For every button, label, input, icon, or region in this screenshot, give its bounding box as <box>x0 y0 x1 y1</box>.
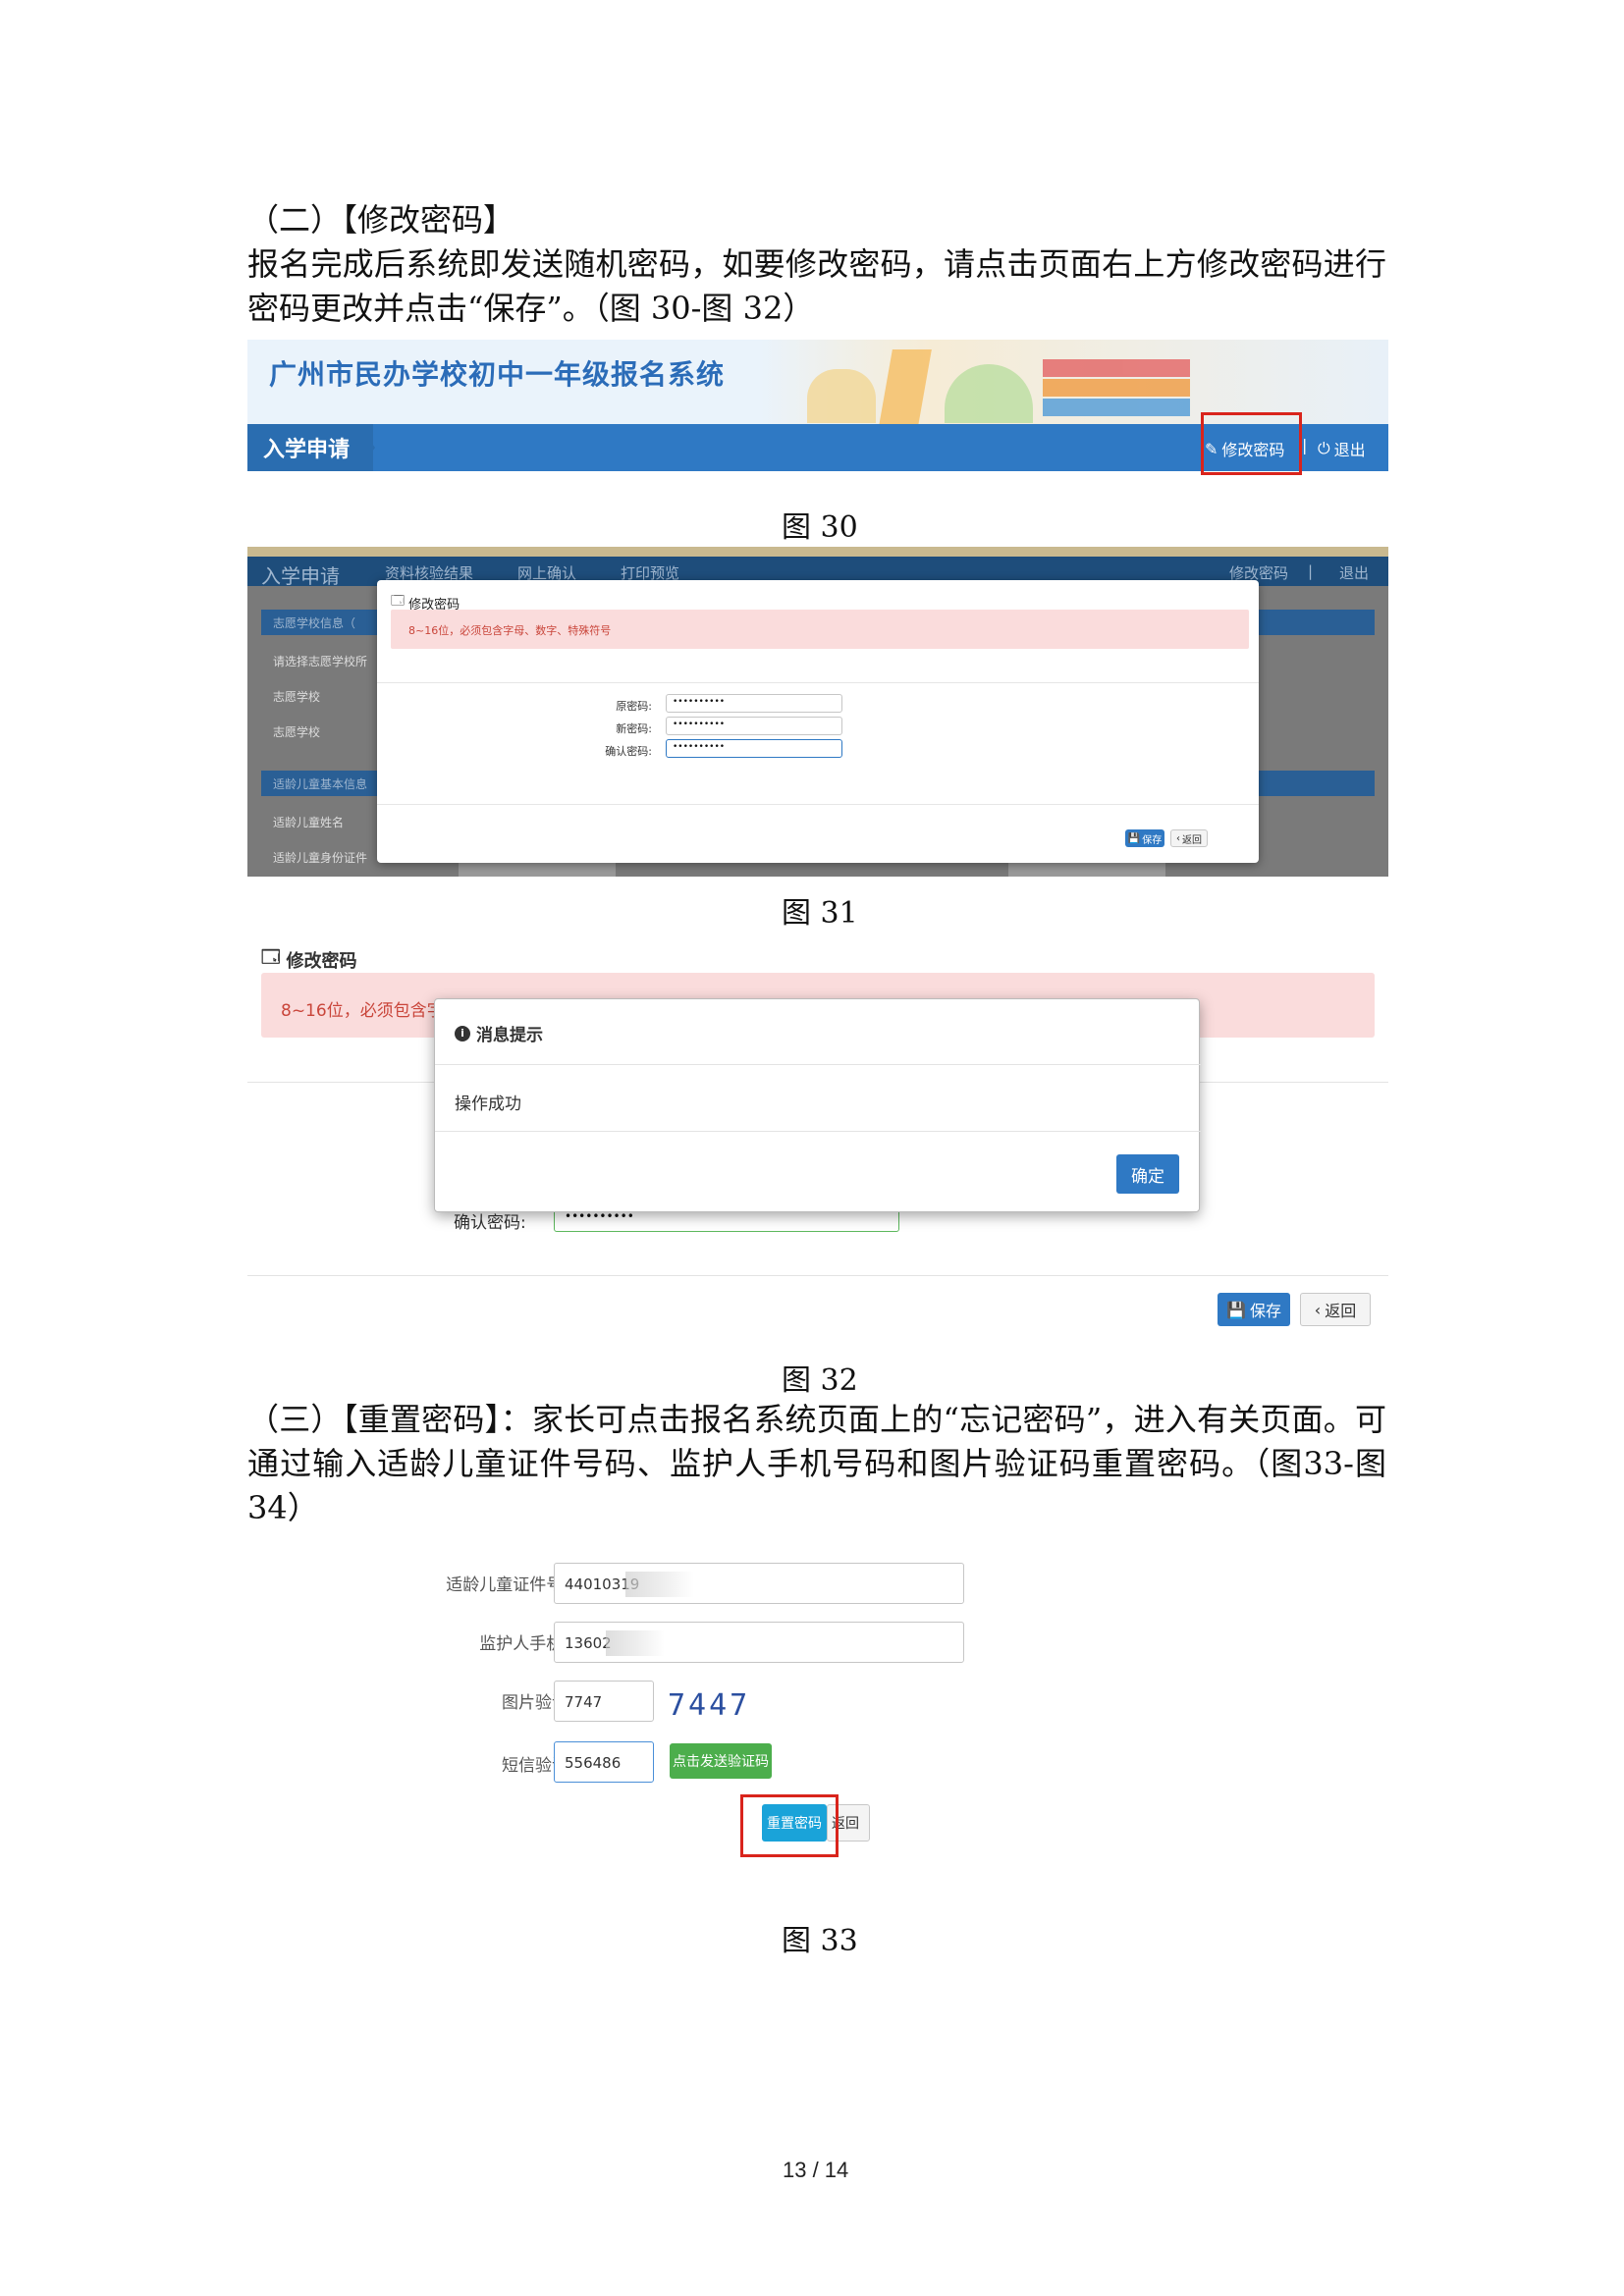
logout-label: 退出 <box>1333 441 1366 459</box>
bg-section-title: 志愿学校信息（ <box>273 616 356 630</box>
save-button[interactable]: 💾 保存 <box>1125 829 1164 847</box>
panel-title-text: 修改密码 <box>286 951 357 972</box>
hint-alert: 8~16位，必须包含字母、数字、特殊符号 <box>391 610 1249 649</box>
captcha-image[interactable]: 7447 <box>668 1688 750 1723</box>
floppy-icon: 💾 <box>1226 1300 1246 1319</box>
info-icon: i <box>455 1025 470 1041</box>
ok-button[interactable]: 确定 <box>1116 1154 1179 1194</box>
logout-link[interactable]: ⏻ 退出 <box>1318 437 1366 460</box>
caption-fig32: 图 32 <box>782 1363 858 1398</box>
highlight-change-password <box>1201 412 1302 475</box>
nav-separator: | <box>1302 436 1308 454</box>
back-button[interactable]: ‹ 返回 <box>1170 829 1208 847</box>
floppy-icon: 💾 <box>1127 832 1141 844</box>
highlight-reset-button <box>740 1794 839 1857</box>
app-title: 广州市民办学校初中一年级报名系统 <box>269 358 726 391</box>
old-password-input[interactable]: •••••••••• <box>666 694 842 713</box>
label-new-password: 新密码: <box>616 722 652 735</box>
bg-row-text: 志愿学校 <box>273 690 321 704</box>
bg-section-title: 适龄儿童基本信息 <box>273 777 368 791</box>
confirm-password-input[interactable]: •••••••••• <box>666 739 842 758</box>
bg-row-text: 志愿学校 <box>273 725 321 739</box>
dialog-title: i 消息提示 <box>455 1021 543 1045</box>
back-label: 返回 <box>1182 834 1202 846</box>
new-password-input[interactable]: •••••••••• <box>666 717 842 735</box>
bg-row-text: 适龄儿童身份证件 <box>273 851 368 865</box>
nav-item-enrollment[interactable]: 入学申请 <box>247 424 373 471</box>
section3-body: （三）【重置密码】：家长可点击报名系统页面上的“忘记密码”，进入有关页面。可通过… <box>247 1401 1386 1526</box>
id-number-input[interactable]: 44010319 <box>554 1563 964 1604</box>
nav-item-label: 入学申请 <box>263 438 351 462</box>
label-confirm-password: 确认密码: <box>605 745 652 758</box>
page-number: 13 / 14 <box>783 2158 849 2182</box>
panel-title: 🗔 修改密码 <box>261 945 357 975</box>
dialog-title-text: 消息提示 <box>476 1026 543 1045</box>
hint-text: 8~16位，必须包含字母、数字、特殊符号 <box>408 624 612 637</box>
phone-value: 13602 <box>565 1634 612 1652</box>
phone-input[interactable]: 13602 <box>554 1622 964 1663</box>
bg-row-text: 适龄儿童姓名 <box>273 816 345 829</box>
chevron-left-icon: ‹ <box>1314 1300 1322 1319</box>
save-label: 保存 <box>1142 834 1163 846</box>
bg-header-sep: | <box>1308 562 1314 580</box>
power-icon: ⏻ <box>1318 439 1330 457</box>
bg-row-text: 请选择志愿学校所 <box>273 655 368 668</box>
caption-fig30: 图 30 <box>782 510 858 545</box>
section2-body: 报名完成后系统即发送随机密码，如要修改密码，请点击页面右上方修改密码进行密码更改… <box>247 245 1386 327</box>
back-label: 返回 <box>1325 1302 1357 1320</box>
chevron-left-icon: ‹ <box>1176 832 1180 844</box>
window-icon: 🗔 <box>261 947 281 968</box>
back-button[interactable]: ‹ 返回 <box>1300 1293 1371 1326</box>
bg-header-link: 退出 <box>1339 564 1370 582</box>
message-dialog: i 消息提示 操作成功 确定 <box>434 998 1201 1212</box>
send-sms-button[interactable]: 点击发送验证码 <box>670 1743 772 1779</box>
fig33-screenshot: 适龄儿童证件号码: 44010319 监护人手机号: 13602 图片验证码 7… <box>247 1551 1131 1865</box>
change-password-modal: 🗔 修改密码 8~16位，必须包含字母、数字、特殊符号 原密码: ••••••••… <box>377 580 1259 863</box>
caption-fig31: 图 31 <box>782 896 858 931</box>
save-button[interactable]: 💾 保存 <box>1218 1293 1290 1326</box>
blur-mask <box>606 1630 665 1656</box>
blur-mask <box>625 1572 694 1597</box>
captcha-input[interactable]: 7747 <box>554 1681 654 1722</box>
fig32-screenshot: 🗔修改密码 8~16位，必须包含字母、数字、特殊符号 确认密码: •••••••… <box>247 937 1388 1340</box>
banner-illustration <box>797 340 1210 426</box>
bg-tab: 入学申请 <box>261 564 340 588</box>
save-label: 保存 <box>1249 1302 1281 1320</box>
caption-fig33: 图 33 <box>782 1924 858 1958</box>
label-old-password: 原密码: <box>616 700 652 713</box>
fig31-screenshot: 入学申请 资料核验结果 网上确认 打印预览 修改密码 | 退出 志愿学校信息（ … <box>247 547 1388 877</box>
nav-chevron <box>357 424 375 471</box>
section2-heading: （二）【修改密码】 <box>247 201 515 239</box>
sms-code-input[interactable]: 556486 <box>554 1741 654 1783</box>
dialog-message: 操作成功 <box>455 1095 521 1114</box>
